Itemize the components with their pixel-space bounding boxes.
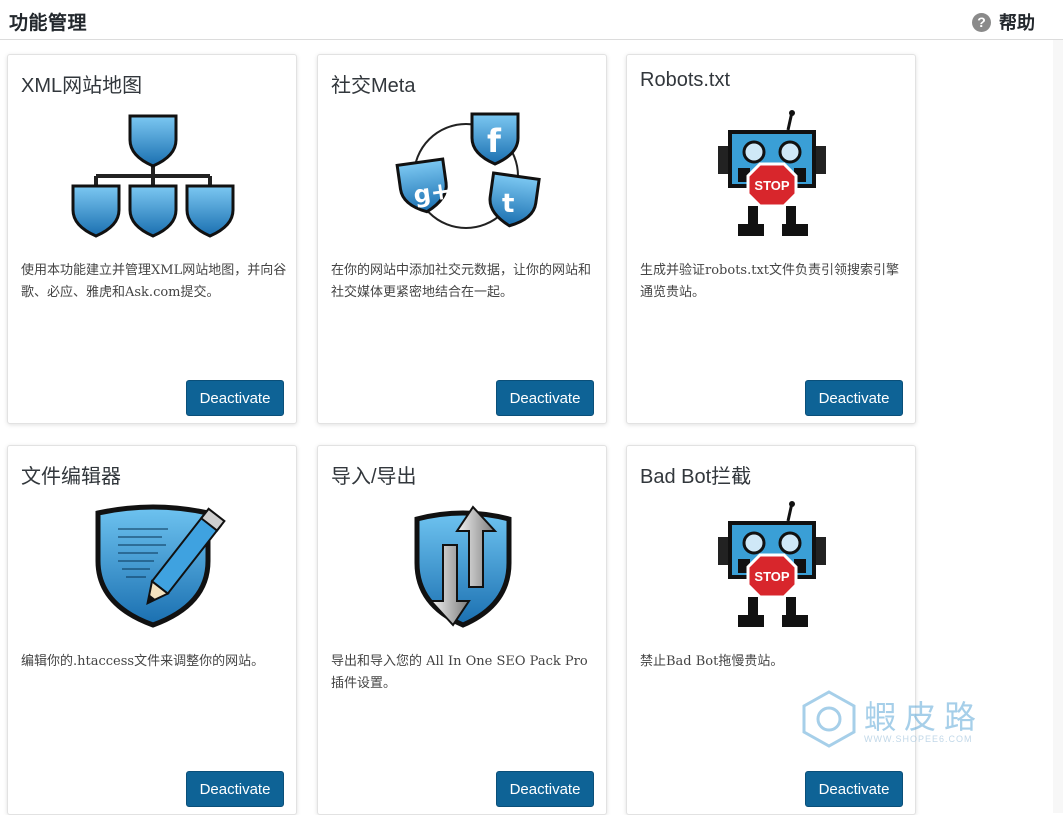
- file-editor-icon: [63, 501, 243, 631]
- robot-stop-icon: STOP: [682, 110, 862, 240]
- svg-text:STOP: STOP: [754, 178, 789, 193]
- card-description: 禁止Bad Bot拖慢贵站。: [640, 654, 784, 669]
- card-description: 生成并验证robots.txt文件负责引领搜索引擎通览贵站。: [640, 263, 899, 300]
- card-title: Robots.txt: [640, 69, 731, 91]
- help-icon: ?: [972, 12, 991, 32]
- scrollbar-track[interactable]: [1053, 40, 1063, 813]
- page-title: 功能管理: [9, 13, 88, 34]
- watermark: 蝦皮路 WWW.SHOPEE6.COM: [800, 690, 1000, 750]
- watermark-logo-icon: [802, 690, 856, 748]
- svg-text:STOP: STOP: [754, 569, 789, 584]
- deactivate-button[interactable]: Deactivate: [186, 771, 284, 807]
- feature-card-xml-sitemap: XML网站地图 使用本功能建立并管理XML网站地图，并向谷歌、必应、雅虎和Ask…: [7, 54, 297, 424]
- bad-bot-icon: STOP: [682, 501, 862, 631]
- card-title: 文件编辑器: [21, 466, 121, 488]
- deactivate-button[interactable]: Deactivate: [496, 771, 594, 807]
- svg-text:g+: g+: [412, 176, 453, 209]
- card-title: 社交Meta: [331, 75, 416, 97]
- deactivate-button[interactable]: Deactivate: [805, 380, 903, 416]
- deactivate-button[interactable]: Deactivate: [805, 771, 903, 807]
- feature-card-import-export: 导入/导出 导出和导入您的 All In One SEO Pack Pro 插件…: [317, 445, 607, 815]
- feature-card-file-editor: 文件编辑器 编辑你的.htaccess文件来调整你的网站。 Deactivate: [7, 445, 297, 815]
- card-title: 导入/导出: [331, 466, 417, 488]
- card-description: 导出和导入您的 All In One SEO Pack Pro 插件设置。: [331, 654, 588, 691]
- feature-card-robots-txt: Robots.txt STOP 生成并验证robots.txt文件负责引领搜索引…: [626, 54, 916, 424]
- feature-card-bad-bot: Bad Bot拦截 STOP 禁止Bad Bot拖慢贵站。 Deactivate: [626, 445, 916, 815]
- page-header: 功能管理 ? 帮助: [0, 0, 1063, 40]
- card-title: Bad Bot拦截: [640, 466, 752, 488]
- deactivate-button[interactable]: Deactivate: [186, 380, 284, 416]
- card-description: 在你的网站中添加社交元数据，让你的网站和社交媒体更紧密地结合在一起。: [331, 263, 592, 300]
- watermark-text: 蝦皮路: [864, 698, 985, 736]
- sitemap-icon: [63, 110, 243, 240]
- feature-card-social-meta: 社交Meta g+ f t 在你的网站中添加社交元数据，让你的网站和社交媒体更紧…: [317, 54, 607, 424]
- svg-text:t: t: [502, 189, 514, 219]
- card-description: 使用本功能建立并管理XML网站地图，并向谷歌、必应、雅虎和Ask.com提交。: [21, 263, 287, 300]
- help-label: 帮助: [999, 13, 1035, 33]
- social-meta-icon: g+ f t: [373, 110, 553, 240]
- help-button[interactable]: ? 帮助: [972, 9, 1035, 35]
- watermark-url: WWW.SHOPEE6.COM: [864, 734, 973, 744]
- svg-text:f: f: [487, 122, 502, 160]
- card-title: XML网站地图: [21, 75, 143, 97]
- deactivate-button[interactable]: Deactivate: [496, 380, 594, 416]
- card-description: 编辑你的.htaccess文件来调整你的网站。: [21, 654, 265, 669]
- import-export-icon: [373, 501, 553, 631]
